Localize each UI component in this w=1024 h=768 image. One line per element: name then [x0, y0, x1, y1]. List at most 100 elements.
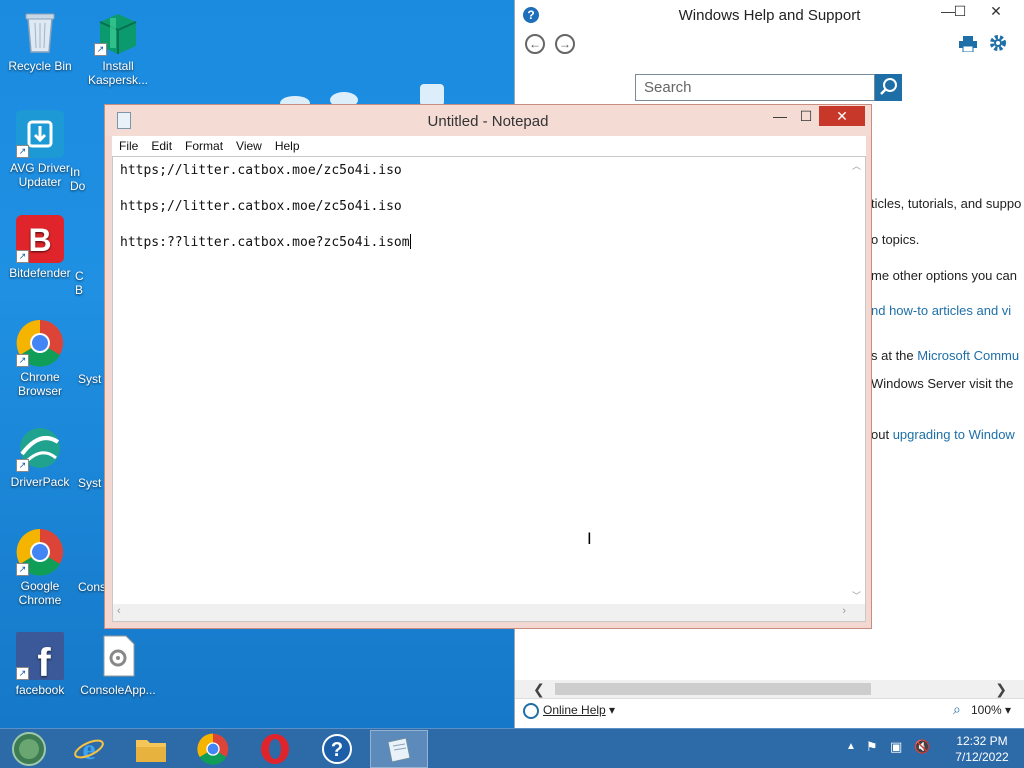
menu-view[interactable]: View — [229, 136, 268, 153]
menu-help[interactable]: Help — [268, 136, 306, 153]
internet-explorer-icon: e — [74, 733, 104, 765]
scroll-left-arrow-icon[interactable]: ‹ — [117, 605, 121, 617]
shortcut-arrow-icon: ↗ — [16, 250, 29, 263]
scrollbar-thumb[interactable] — [555, 683, 871, 695]
menu-format[interactable]: Format — [178, 136, 229, 153]
taskbar-chrome[interactable] — [184, 730, 242, 768]
desktop-icon-label: ConsoleApp... — [80, 683, 156, 697]
shortcut-arrow-icon: ↗ — [94, 43, 107, 56]
desktop-icon-chrone-browser[interactable]: ↗ Chrone Browser — [0, 319, 80, 398]
help-search-input[interactable]: Search — [635, 74, 875, 101]
taskbar-help[interactable]: ? — [308, 730, 366, 768]
system-tray: ▲ ⚑ ▣ 🔇 — [842, 729, 952, 768]
notepad-title: Untitled - Notepad — [427, 113, 549, 130]
facebook-icon: f ↗ — [16, 632, 64, 685]
scroll-right-arrow-icon[interactable]: ❯ — [995, 680, 1007, 698]
text-cursor-icon: I — [587, 529, 592, 548]
desktop-icon-google-chrome[interactable]: ↗ Google Chrome — [0, 528, 80, 607]
gear-icon[interactable] — [989, 34, 1007, 52]
text-caret — [409, 234, 411, 249]
taskbar-opera[interactable] — [246, 730, 304, 768]
help-icon: ? — [322, 734, 352, 764]
help-text-line: o topics. — [871, 232, 920, 247]
clock[interactable]: 12:32 PM 7/12/2022 — [946, 729, 1018, 768]
notepad-menubar: File Edit Format View Help — [112, 136, 866, 156]
svg-text:e: e — [82, 733, 95, 765]
start-button[interactable] — [0, 730, 58, 768]
taskbar-file-explorer[interactable] — [122, 730, 180, 768]
forward-arrow-icon[interactable]: → — [555, 34, 575, 54]
network-icon[interactable]: ▣ — [890, 739, 902, 755]
notepad-text-area[interactable]: https;//litter.catbox.moe/zc5o4i.iso http… — [112, 156, 866, 622]
desktop-icon-install-kaspersky[interactable]: ↗ Install Kaspersk... — [78, 8, 158, 87]
desktop-icon-recycle-bin[interactable]: Recycle Bin — [0, 8, 80, 73]
help-text-line[interactable]: s at the Microsoft Commu — [871, 348, 1019, 363]
text-line: https;//litter.catbox.moe/zc5o4i.iso — [120, 199, 402, 214]
desktop-icon-console-app[interactable]: ConsoleApp... — [78, 632, 158, 697]
notepad-icon — [387, 737, 411, 763]
help-text-line[interactable]: out upgrading to Window — [871, 427, 1015, 442]
shortcut-arrow-icon: ↗ — [16, 354, 29, 367]
zoom-icon[interactable]: ⌕ — [953, 701, 961, 718]
desktop-icon-avg-driver-updater[interactable]: ↗ AVG Driver Updater — [0, 110, 80, 189]
text-line: https:??litter.catbox.moe?zc5o4i.isom — [120, 235, 410, 250]
start-icon — [12, 732, 46, 766]
text-line — [120, 216, 411, 234]
close-button[interactable]: ✕ — [981, 0, 1011, 22]
maximize-button[interactable]: ☐ — [791, 105, 821, 127]
menu-edit[interactable]: Edit — [144, 136, 178, 153]
help-link-line[interactable]: nd how-to articles and vi — [871, 303, 1011, 318]
notepad-window: Untitled - Notepad — ☐ ✕ File Edit Format V… — [104, 104, 872, 629]
chrome-icon: ↗ — [16, 319, 64, 367]
vertical-scrollbar[interactable]: ︿ ﹀ — [848, 157, 865, 604]
help-text-line: me other options you can — [871, 268, 1017, 283]
chrome-icon — [197, 733, 229, 765]
search-button[interactable] — [875, 74, 902, 101]
notepad-content: https;//litter.catbox.moe/zc5o4i.iso http… — [120, 162, 411, 252]
help-text-line: ticles, tutorials, and suppo — [871, 196, 1022, 211]
horizontal-scrollbar[interactable]: ‹ › — [113, 604, 850, 621]
driverpack-icon: ↗ — [16, 424, 64, 472]
volume-muted-icon[interactable]: 🔇 — [914, 739, 930, 755]
desktop-icon-driverpack[interactable]: ↗ DriverPack — [0, 424, 80, 489]
online-help-dropdown[interactable]: Online Help ▾ — [543, 703, 615, 717]
menu-file[interactable]: File — [112, 136, 144, 153]
scroll-right-arrow-icon[interactable]: › — [842, 605, 846, 617]
svg-text:?: ? — [331, 739, 343, 761]
show-hidden-icons-chevron-icon[interactable]: ▲ — [846, 741, 856, 752]
help-text-line: Windows Server visit the — [871, 376, 1014, 391]
bitdefender-icon: B ↗ — [16, 215, 64, 263]
desktop-icon-label: Bitdefender — [9, 266, 71, 280]
desktop-icon-bitdefender[interactable]: B ↗ Bitdefender — [0, 215, 80, 280]
shortcut-arrow-icon: ↗ — [16, 667, 29, 680]
close-button[interactable]: ✕ — [819, 106, 865, 126]
print-icon[interactable] — [959, 36, 977, 53]
text-line: https;//litter.catbox.moe/zc5o4i.iso — [120, 163, 402, 178]
recycle-bin-icon — [16, 8, 64, 56]
scroll-up-arrow-icon[interactable]: ︿ — [852, 159, 861, 172]
action-center-flag-icon[interactable]: ⚑ — [866, 739, 878, 755]
desktop-icon-label: Recycle Bin — [8, 59, 72, 73]
desktop-icon-facebook[interactable]: f ↗ facebook — [0, 632, 80, 697]
shortcut-arrow-icon: ↗ — [16, 459, 29, 472]
taskbar-internet-explorer[interactable]: e — [60, 730, 118, 768]
desktop-icon-label: facebook — [15, 683, 65, 697]
help-titlebar[interactable]: ? Windows Help and Support — ☐ ✕ — [515, 0, 1024, 30]
zoom-level[interactable]: 100% ▾ — [971, 703, 1011, 717]
avg-driver-updater-icon: ↗ — [16, 110, 64, 158]
file-explorer-icon — [136, 740, 166, 762]
background-shape — [420, 84, 444, 106]
taskbar-notepad[interactable] — [370, 730, 428, 768]
scroll-down-arrow-icon[interactable]: ﹀ — [852, 589, 861, 602]
help-horizontal-scrollbar[interactable]: ❮ ❯ — [515, 680, 1024, 698]
notepad-titlebar[interactable]: Untitled - Notepad — ☐ ✕ — [105, 105, 871, 136]
online-help-globe-icon — [523, 703, 539, 719]
scroll-left-arrow-icon[interactable]: ❮ — [533, 680, 545, 698]
search-icon — [880, 78, 897, 95]
console-app-icon — [94, 632, 142, 680]
shortcut-arrow-icon: ↗ — [16, 563, 29, 576]
back-arrow-icon[interactable]: ← — [525, 34, 545, 54]
maximize-button[interactable]: ☐ — [945, 0, 975, 22]
svg-text:f: f — [37, 641, 51, 680]
desktop-icon-label: Google Chrome — [18, 579, 62, 607]
